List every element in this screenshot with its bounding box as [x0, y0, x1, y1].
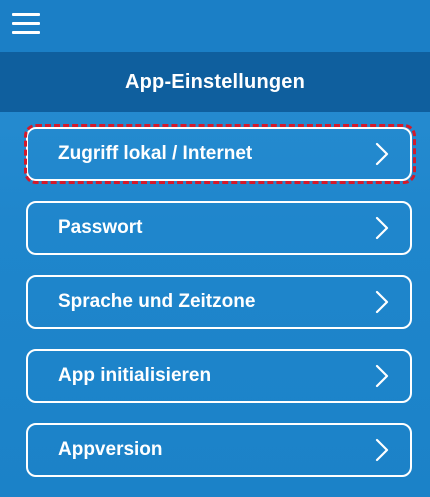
menu-item-app-initialisieren[interactable]: App initialisieren: [26, 349, 412, 403]
chevron-right-icon: [375, 290, 389, 314]
menu-item-label: Passwort: [58, 217, 143, 238]
menu-item-zugriff-lokal-internet[interactable]: Zugriff lokal / Internet: [26, 127, 412, 181]
chevron-right-icon: [375, 438, 389, 462]
hamburger-menu-icon[interactable]: [12, 12, 40, 34]
menu-item-appversion[interactable]: Appversion: [26, 423, 412, 477]
chevron-right-icon: [375, 142, 389, 166]
menu-item-label: Zugriff lokal / Internet: [58, 143, 253, 164]
page-title: App-Einstellungen: [124, 70, 306, 93]
chevron-right-icon: [375, 364, 389, 388]
app-settings-screen: App-Einstellungen Zugriff lokal / Intern…: [0, 0, 430, 497]
menu-item-passwort[interactable]: Passwort: [26, 201, 412, 255]
top-bar: [0, 0, 430, 52]
menu-item-label: App initialisieren: [58, 365, 212, 386]
title-bar: App-Einstellungen: [0, 52, 430, 112]
menu-item-label: Appversion: [58, 439, 163, 460]
menu-item-sprache-und-zeitzone[interactable]: Sprache und Zeitzone: [26, 275, 412, 329]
chevron-right-icon: [375, 216, 389, 240]
menu-item-label: Sprache und Zeitzone: [58, 291, 256, 312]
